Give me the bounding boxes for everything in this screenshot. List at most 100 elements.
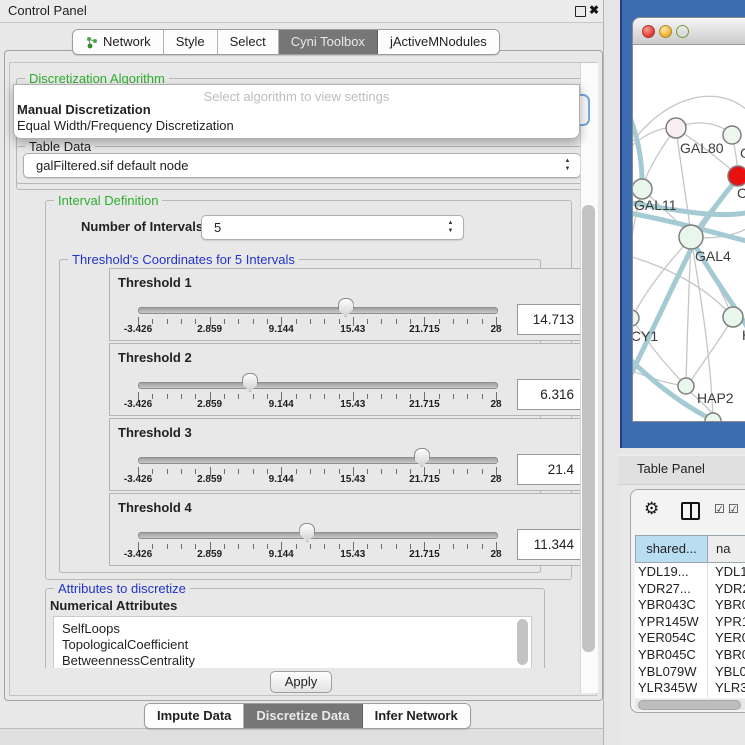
tab-cyni-toolbox[interactable]: Cyni Toolbox bbox=[279, 30, 378, 54]
table-cell-name[interactable]: YER0 bbox=[715, 629, 745, 646]
network-node-label: HAP2 bbox=[697, 390, 734, 406]
network-window-titlebar[interactable] bbox=[633, 18, 745, 45]
tick-mark bbox=[253, 544, 254, 549]
tab-impute-data[interactable]: Impute Data bbox=[145, 704, 244, 728]
table-cell-shared[interactable]: YIL053C bbox=[638, 696, 706, 698]
checkbox-icon[interactable]: ☑ bbox=[714, 502, 725, 516]
column-header-shared[interactable]: shared... bbox=[635, 535, 708, 563]
cyni-scrollbar-thumb[interactable] bbox=[582, 205, 595, 652]
threshold-slider-thumb[interactable] bbox=[242, 373, 258, 392]
numerical-attributes-list[interactable]: SelfLoopsTopologicalCoefficientBetweenne… bbox=[53, 616, 532, 668]
panel-divider[interactable] bbox=[603, 0, 621, 745]
network-node-label: GAL4 bbox=[695, 248, 731, 264]
algorithm-dropdown-popup: Select algorithm to view settings Manual… bbox=[13, 84, 580, 139]
table-cell-shared[interactable]: YDR27... bbox=[638, 580, 706, 597]
tab-discretize-data[interactable]: Discretize Data bbox=[244, 704, 362, 728]
tick-mark bbox=[181, 544, 182, 549]
network-canvas[interactable]: GAL80GACGAL11GAL4GCY1HHAP2 bbox=[633, 44, 745, 421]
hscrollbar-thumb[interactable] bbox=[638, 700, 741, 710]
list-item[interactable]: BetweennessCentrality bbox=[62, 653, 195, 668]
table-cell-shared[interactable]: YPR145W bbox=[638, 613, 706, 630]
tick-label: 28 bbox=[474, 324, 518, 335]
menu-item-equal-width-frequency[interactable]: Equal Width/Frequency Discretization bbox=[17, 118, 234, 133]
bottom-strip bbox=[0, 728, 607, 745]
table-cell-name[interactable]: YBL0 bbox=[715, 663, 745, 680]
network-node[interactable] bbox=[666, 118, 686, 138]
list-scrollbar-thumb[interactable] bbox=[517, 619, 528, 665]
gear-icon[interactable]: ⚙ bbox=[644, 499, 659, 519]
tab-network[interactable]: Network bbox=[73, 30, 164, 54]
tab-select[interactable]: Select bbox=[218, 30, 279, 54]
threshold-slider-track[interactable] bbox=[138, 307, 498, 314]
tick-label: -3.426 bbox=[116, 474, 160, 485]
network-node-label: GCY1 bbox=[633, 328, 658, 344]
table-cell-shared[interactable]: YDL19... bbox=[638, 563, 706, 580]
tab-style[interactable]: Style bbox=[164, 30, 218, 54]
threshold-value-field[interactable]: 11.344 bbox=[517, 529, 581, 560]
threshold-slider-track[interactable] bbox=[138, 382, 498, 389]
network-node[interactable] bbox=[723, 307, 743, 327]
zoom-traffic-light[interactable] bbox=[676, 25, 689, 38]
threshold-slider-thumb[interactable] bbox=[338, 298, 354, 317]
float-window-icon[interactable] bbox=[575, 6, 586, 17]
tick-label: 28 bbox=[474, 549, 518, 560]
threshold-slider-track[interactable] bbox=[138, 457, 498, 464]
stepper-arrows-icon[interactable]: ▲▼ bbox=[563, 157, 572, 173]
table-cell-shared[interactable]: YER054C bbox=[638, 629, 706, 646]
tick-label: 2.859 bbox=[188, 549, 232, 560]
network-node[interactable] bbox=[728, 166, 745, 186]
minimize-traffic-light[interactable] bbox=[659, 25, 672, 38]
network-node[interactable] bbox=[705, 413, 721, 421]
column-header-name[interactable]: na bbox=[708, 535, 745, 563]
close-traffic-light[interactable] bbox=[642, 25, 655, 38]
thresholds-group-title: Threshold's Coordinates for 5 Intervals bbox=[68, 252, 299, 267]
interval-definition-title: Interval Definition bbox=[54, 193, 162, 208]
network-node[interactable] bbox=[723, 126, 741, 144]
table-data-combobox[interactable]: galFiltered.sif default node ▲▼ bbox=[23, 153, 581, 178]
table-cell-name[interactable]: YIL0 bbox=[715, 696, 745, 698]
threshold-slider-thumb[interactable] bbox=[414, 448, 430, 467]
table-cell-name[interactable]: YBR0 bbox=[715, 646, 745, 663]
tick-mark bbox=[396, 544, 397, 549]
tick-mark bbox=[238, 544, 239, 549]
network-node[interactable] bbox=[678, 378, 694, 394]
threshold-panel: Threshold 4-3.4262.8599.14415.4321.71528… bbox=[109, 493, 581, 566]
close-icon[interactable]: ✖ bbox=[589, 3, 599, 17]
table-cell-shared[interactable]: YBR043C bbox=[638, 596, 706, 613]
threshold-slider-track[interactable] bbox=[138, 532, 498, 539]
table-cell-name[interactable]: YDL1 bbox=[715, 563, 745, 580]
network-edge[interactable] bbox=[633, 90, 642, 186]
table-cell-name[interactable]: YDR2 bbox=[715, 580, 745, 597]
apply-button[interactable]: Apply bbox=[270, 671, 332, 693]
threshold-label: Threshold 2 bbox=[118, 350, 192, 365]
tick-label: -3.426 bbox=[116, 399, 160, 410]
column-gridline bbox=[707, 629, 708, 646]
threshold-value-field[interactable]: 14.713 bbox=[517, 304, 581, 335]
threshold-value-field[interactable]: 6.316 bbox=[517, 379, 581, 410]
table-cell-shared[interactable]: YBL079W bbox=[638, 663, 706, 680]
tab-jactivemnodules[interactable]: jActiveMNodules bbox=[378, 30, 499, 54]
table-cell-name[interactable]: YPR1 bbox=[715, 613, 745, 630]
tick-label: 2.859 bbox=[188, 324, 232, 335]
num-intervals-combobox[interactable]: 5 ▲▼ bbox=[201, 215, 464, 240]
network-icon bbox=[85, 36, 98, 49]
network-node[interactable] bbox=[679, 225, 703, 249]
checkbox-icon[interactable]: ☑ bbox=[728, 502, 739, 516]
split-columns-icon[interactable] bbox=[681, 502, 700, 520]
stepper-arrows-icon[interactable]: ▲▼ bbox=[446, 219, 455, 235]
tick-mark bbox=[467, 469, 468, 474]
tick-mark bbox=[167, 394, 168, 399]
table-cell-shared[interactable]: YBR045C bbox=[638, 646, 706, 663]
list-item[interactable]: TopologicalCoefficient bbox=[62, 637, 188, 653]
list-item[interactable]: SelfLoops bbox=[62, 621, 120, 637]
table-cell-name[interactable]: YLR3 bbox=[715, 679, 745, 696]
table-cell-name[interactable]: YBR0 bbox=[715, 596, 745, 613]
network-node[interactable] bbox=[633, 310, 639, 326]
threshold-value-field[interactable]: 21.4 bbox=[517, 454, 581, 485]
menu-item-manual-discretization[interactable]: Manual Discretization bbox=[17, 102, 151, 117]
tab-infer-network[interactable]: Infer Network bbox=[363, 704, 470, 728]
threshold-slider-thumb[interactable] bbox=[299, 523, 315, 542]
table-cell-shared[interactable]: YLR345W bbox=[638, 679, 706, 696]
hscrollbar-track[interactable] bbox=[635, 699, 745, 710]
network-node[interactable] bbox=[633, 179, 652, 199]
